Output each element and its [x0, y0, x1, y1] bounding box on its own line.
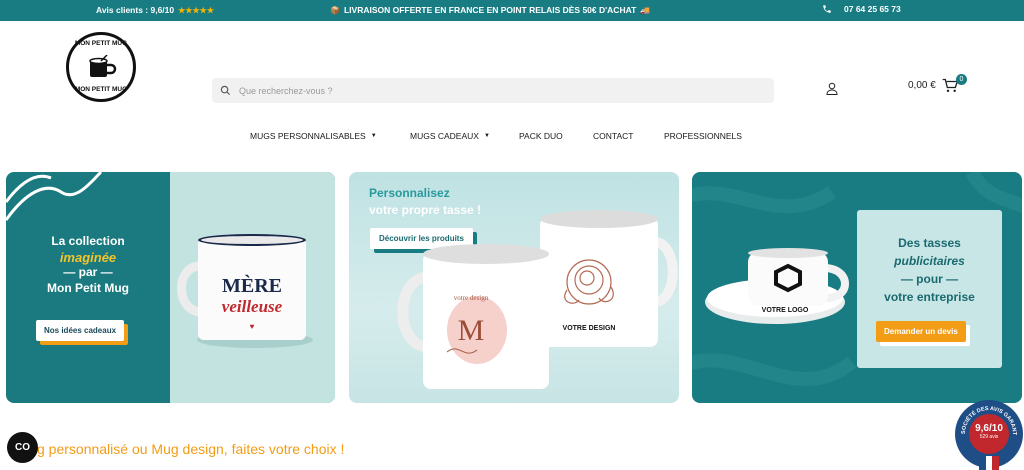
logo-top-text: MON PETIT MUG: [74, 40, 128, 47]
mug-text-top: MÈRE: [222, 274, 282, 297]
banner-line: Des tasses: [898, 236, 961, 250]
truck-icon: 🚚: [640, 5, 651, 15]
nav-item-label: CONTACT: [593, 131, 634, 141]
request-quote-button[interactable]: Demander un devis: [876, 321, 966, 342]
mug-text-bottom: veilleuse: [222, 297, 283, 316]
shipping-banner: 📦 LIVRAISON OFFERTE EN FRANCE EN POINT R…: [330, 5, 650, 15]
banner-line: votre entreprise: [884, 290, 975, 304]
phone-icon: [823, 5, 831, 13]
seal-count: 529 avis: [979, 434, 999, 440]
nav-item-mugs-personnalisables[interactable]: MUGS PERSONNALISABLES ▼: [250, 131, 377, 141]
nav-item-contact[interactable]: CONTACT: [593, 131, 633, 141]
cart-button[interactable]: 0,00 € 0: [908, 74, 967, 93]
search-bar[interactable]: [212, 78, 774, 103]
banner-highlight: publicitaires: [894, 254, 965, 268]
cart-total: 0,00 €: [908, 80, 936, 91]
heart-icon: ♥: [250, 322, 255, 331]
nav-item-professionnels[interactable]: PROFESSIONNELS: [664, 131, 742, 141]
banner-collection[interactable]: La collection imaginée — par — Mon Petit…: [6, 172, 335, 403]
search-icon: [220, 85, 231, 96]
seal-score: 9,6/10: [975, 423, 1003, 434]
user-icon: [826, 82, 838, 95]
chevron-down-icon: ▼: [483, 133, 490, 139]
banner-line: Mon Petit Mug: [47, 280, 129, 295]
mug-right-text: VOTRE DESIGN: [563, 325, 616, 332]
account-button[interactable]: [826, 82, 838, 100]
banner-collection-image: MÈRE veilleuse ♥: [170, 172, 335, 403]
chat-widget-button[interactable]: CO: [7, 432, 38, 463]
review-seal-badge[interactable]: SOCIÉTÉ DES AVIS GARANTIS 9,6/10 529 avi…: [955, 400, 1023, 470]
nav-item-label: MUGS CADEAUX: [410, 131, 479, 141]
cart-count-badge: 0: [956, 74, 967, 85]
top-bar: Avis clients : 9,6/10 ★★★★★ 📦 LIVRAISON …: [0, 0, 1024, 21]
search-input[interactable]: [239, 85, 739, 96]
phone-number: 07 64 25 65 73: [844, 4, 901, 14]
logo-bottom-text: MON PETIT MUG: [74, 86, 128, 93]
chat-icon: CO: [15, 442, 30, 453]
seal-inner: 9,6/10 529 avis: [969, 414, 1009, 454]
banner-line: — pour —: [900, 272, 959, 286]
banner-business[interactable]: VOTRE LOGO Des tasses publicitaires — po…: [692, 172, 1022, 403]
chevron-down-icon: ▼: [370, 133, 377, 139]
mug-left-letter: M: [458, 314, 485, 347]
section-headline: g personnalisé ou Mug design, faites vot…: [37, 441, 345, 457]
rating-stars-icon: ★★★★★: [178, 5, 214, 15]
enamel-mug-image: MÈRE veilleuse ♥: [177, 234, 313, 348]
banner-business-text: Des tasses publicitaires — pour — votre …: [857, 234, 1002, 306]
phone-contact[interactable]: 07 64 25 65 73: [822, 4, 901, 14]
banner-collection-text: La collection imaginée — par — Mon Petit…: [6, 234, 170, 296]
main-nav: MUGS PERSONNALISABLES ▼ MUGS CADEAUX ▼ P…: [0, 131, 1024, 145]
banner-line: — par —: [63, 265, 113, 279]
package-icon: 📦: [330, 5, 340, 15]
banner-highlight: imaginée: [59, 249, 117, 265]
nav-item-label: PROFESSIONNELS: [664, 131, 742, 141]
reviews-summary[interactable]: Avis clients : 9,6/10 ★★★★★: [96, 5, 214, 15]
shipping-text: LIVRAISON OFFERTE EN FRANCE EN POINT REL…: [343, 5, 637, 15]
mug-left-small-text: votre design: [454, 294, 489, 302]
gift-ideas-button[interactable]: Nos idées cadeaux: [36, 320, 125, 341]
reviews-label: Avis clients : 9,6/10: [96, 5, 175, 15]
site-logo[interactable]: MON PETIT MUG MON PETIT MUG: [66, 32, 136, 102]
nav-item-pack-duo[interactable]: PACK DUO: [519, 131, 563, 141]
banner-line: La collection: [51, 234, 125, 248]
cup-text: VOTRE LOGO: [762, 307, 809, 314]
custom-mugs-image: VOTRE DESIGN votre design M: [397, 210, 678, 389]
mug-logo-icon: [89, 55, 117, 77]
wave-decoration: [6, 172, 103, 221]
nav-item-label: MUGS PERSONNALISABLES: [250, 131, 366, 141]
nav-item-label: PACK DUO: [519, 131, 563, 141]
banner-personalize[interactable]: Personnalisez votre propre tasse ! Décou…: [349, 172, 679, 403]
nav-item-mugs-cadeaux[interactable]: MUGS CADEAUX ▼: [410, 131, 490, 141]
